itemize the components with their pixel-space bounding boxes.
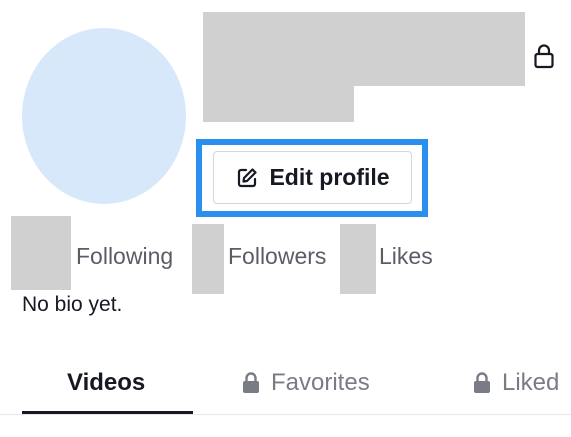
tab-active-indicator bbox=[22, 411, 193, 414]
tab-liked-label: Liked bbox=[502, 369, 560, 396]
tab-favorites-label: Favorites bbox=[271, 369, 370, 396]
tab-videos-label: Videos bbox=[67, 369, 146, 396]
nickname-redacted bbox=[203, 86, 354, 122]
tab-liked[interactable]: Liked bbox=[472, 371, 559, 395]
edit-profile-label: Edit profile bbox=[269, 164, 390, 190]
lock-icon bbox=[241, 371, 261, 395]
followers-count-redacted bbox=[192, 224, 224, 294]
avatar[interactable] bbox=[22, 28, 186, 204]
private-lock-icon bbox=[533, 43, 555, 69]
likes-label: Likes bbox=[379, 243, 433, 269]
username-redacted bbox=[203, 12, 525, 86]
edit-profile-button[interactable]: Edit profile bbox=[213, 151, 412, 204]
following-label[interactable]: Following bbox=[76, 245, 173, 268]
lock-icon bbox=[472, 371, 492, 395]
tab-divider bbox=[0, 414, 571, 415]
edit-pencil-icon bbox=[235, 166, 259, 190]
tab-videos[interactable]: Videos bbox=[67, 371, 145, 395]
following-count-redacted bbox=[11, 216, 71, 290]
tab-favorites[interactable]: Favorites bbox=[241, 371, 370, 395]
bio-text[interactable]: No bio yet. bbox=[22, 294, 122, 315]
followers-label[interactable]: Followers bbox=[228, 245, 326, 268]
likes-count-redacted bbox=[340, 224, 376, 294]
